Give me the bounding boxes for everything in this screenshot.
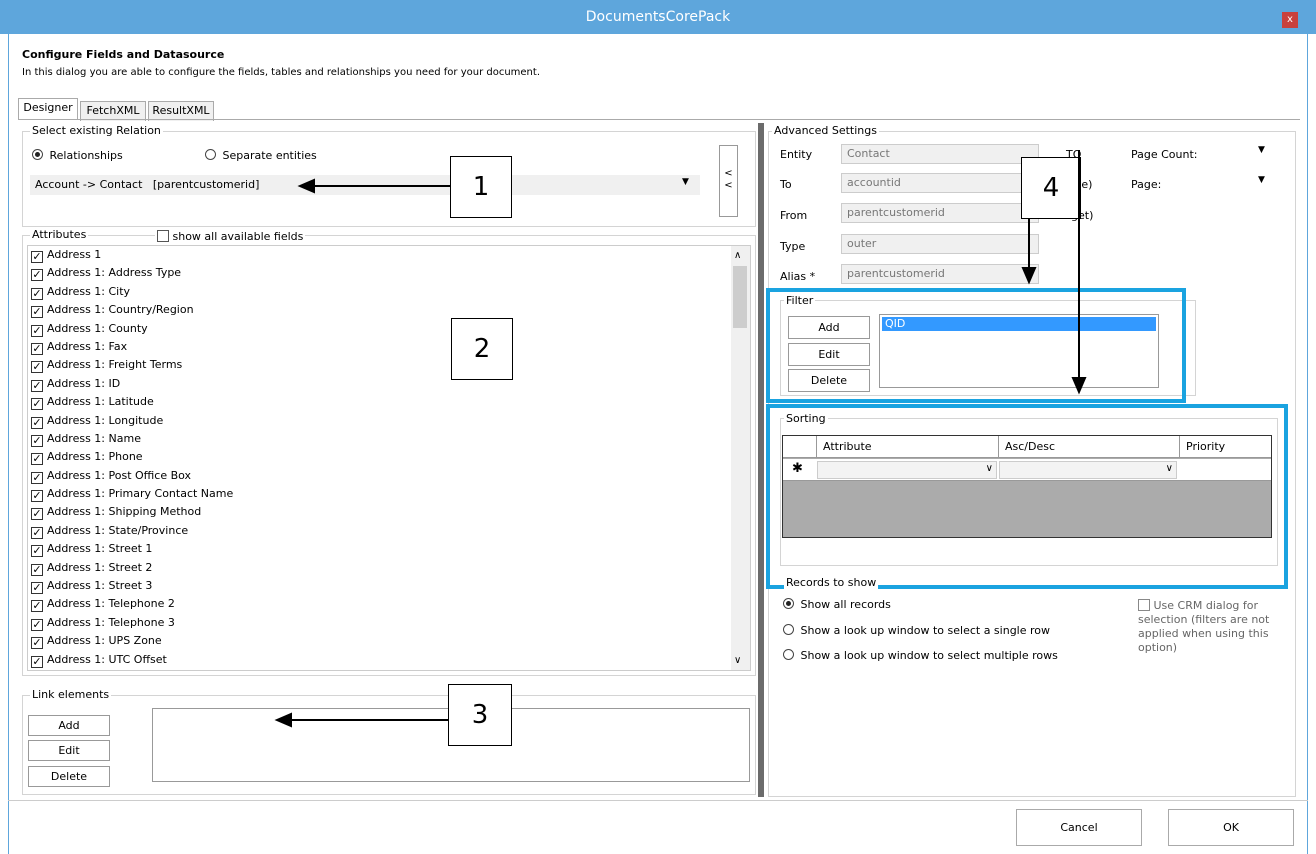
arrow-4b-head (1071, 377, 1087, 395)
arrow-3-head (274, 712, 292, 728)
annotation-arrows (274, 150, 1087, 728)
arrow-1-head (297, 178, 315, 194)
arrow-4a-head (1021, 267, 1037, 285)
